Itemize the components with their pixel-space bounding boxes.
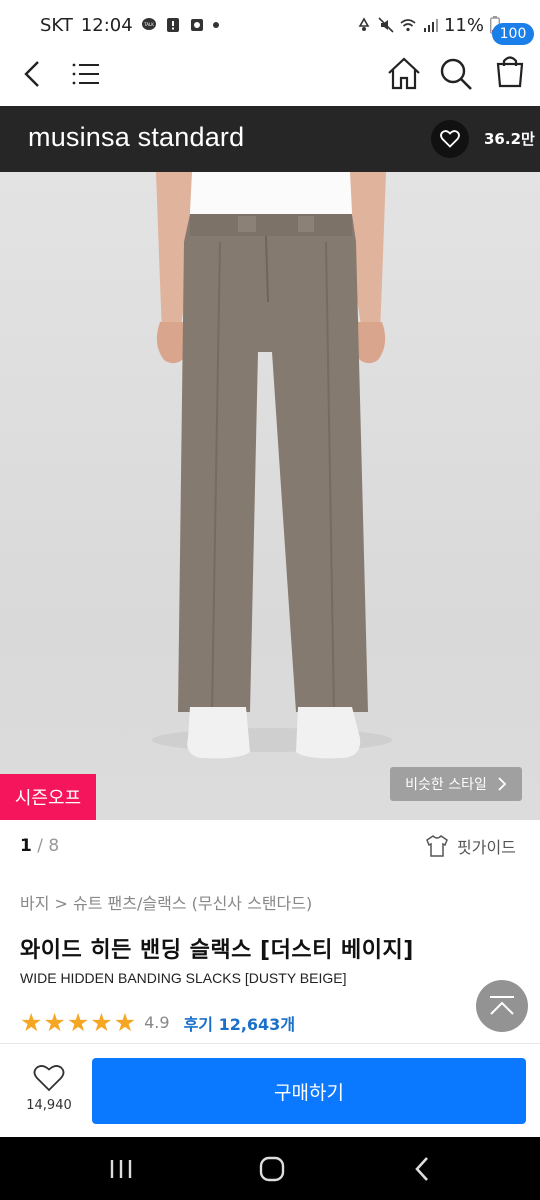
recent-apps-icon[interactable]: [106, 1156, 136, 1182]
product-like-count: 14,940: [26, 1098, 72, 1113]
signal-icon: [423, 19, 438, 32]
review-count-link[interactable]: 후기 12,643개: [184, 1011, 295, 1035]
season-off-badge: 시즌오프: [0, 774, 96, 820]
chevron-right-icon: [498, 777, 507, 791]
star-rating: ★ ★ ★ ★ ★: [20, 1010, 136, 1035]
alert-notification-icon: [166, 18, 179, 32]
breadcrumb[interactable]: 바지 > 슈트 팬츠/슬랙스 (무신사 스탠다드): [20, 890, 312, 914]
product-photo-slacks: [152, 172, 392, 759]
pager-current: 1: [20, 836, 32, 856]
app-notification-icon: [190, 19, 203, 31]
mute-icon: [378, 17, 394, 33]
image-pager: 1 / 8: [20, 836, 59, 856]
back-button-icon[interactable]: [408, 1156, 438, 1182]
similar-style-label: 비슷한 스타일: [405, 777, 487, 793]
product-title-korean: 와이드 히든 밴딩 슬랙스 [더스티 베이지]: [20, 938, 414, 963]
shopping-bag-icon[interactable]: [490, 52, 530, 92]
star-icon: ★: [20, 1008, 43, 1037]
star-icon: ★: [90, 1008, 113, 1037]
pager-separator: /: [37, 836, 43, 856]
shirt-icon: [426, 835, 448, 857]
top-nav-bar: [0, 50, 540, 106]
scroll-to-top-button[interactable]: [476, 980, 528, 1032]
product-like-button[interactable]: 14,940: [14, 1064, 84, 1113]
home-icon[interactable]: [384, 54, 424, 94]
product-image[interactable]: [0, 172, 540, 820]
product-title-english: WIDE HIDDEN BANDING SLACKS [DUSTY BEIGE]: [20, 970, 347, 986]
heart-outline-icon: [440, 130, 460, 148]
brand-bar[interactable]: musinsa standard 36.2만: [0, 106, 540, 172]
star-icon: ★: [43, 1008, 66, 1037]
star-icon: ★: [66, 1008, 90, 1037]
bottom-action-bar: 14,940 구매하기: [0, 1043, 540, 1137]
back-arrow-icon[interactable]: [14, 56, 50, 92]
buy-button[interactable]: 구매하기: [92, 1058, 526, 1124]
menu-icon[interactable]: [68, 56, 104, 92]
wifi-icon: [400, 19, 416, 32]
scroll-top-arrow-icon: [490, 996, 514, 1015]
clock: 12:04: [80, 14, 133, 36]
brand-like-button[interactable]: [431, 120, 469, 158]
pager-total: 8: [48, 836, 60, 856]
search-icon[interactable]: [436, 54, 476, 94]
fit-guide-label: 핏가이드: [457, 838, 516, 857]
star-icon: ★: [113, 1008, 137, 1037]
status-bar: SKT 12:04 TALK 11%: [0, 0, 540, 50]
cart-count-badge[interactable]: 100: [492, 23, 534, 45]
talk-notification-icon: TALK: [141, 18, 156, 30]
svg-text:TALK: TALK: [143, 22, 154, 27]
fit-guide-button[interactable]: 핏가이드: [425, 834, 516, 858]
rating-row[interactable]: ★ ★ ★ ★ ★ 4.9 후기 12,643개: [20, 1010, 295, 1035]
rating-value: 4.9: [144, 1013, 170, 1032]
system-navigation-bar: [0, 1137, 540, 1200]
brand-like-count: 36.2만: [484, 130, 535, 148]
carrier-label: SKT: [40, 14, 73, 36]
more-notifications-dot-icon: [212, 22, 219, 28]
recycle-icon: [358, 17, 370, 31]
brand-name[interactable]: musinsa standard: [28, 122, 244, 153]
similar-style-button[interactable]: 비슷한 스타일: [390, 767, 522, 801]
battery-percent: 11%: [443, 14, 484, 36]
home-button-icon[interactable]: [257, 1156, 287, 1182]
heart-outline-icon: [33, 1065, 65, 1092]
